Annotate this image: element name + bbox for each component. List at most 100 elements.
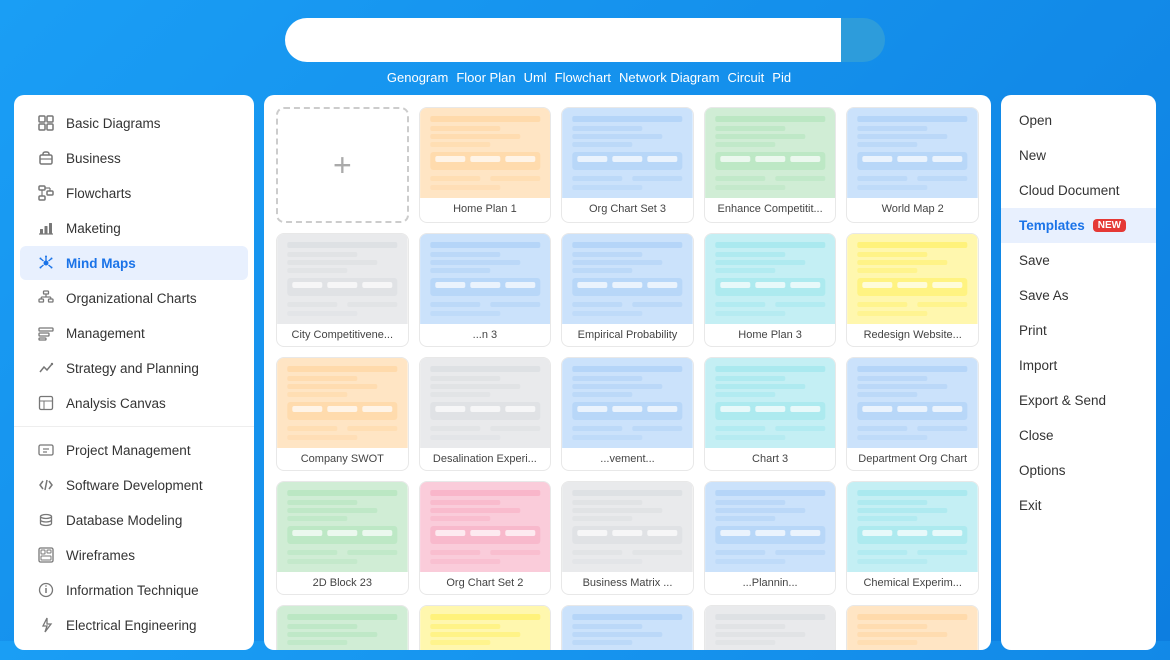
sidebar-item-management[interactable]: Management	[20, 316, 248, 350]
template-card[interactable]: Desalination Experi...	[419, 357, 552, 471]
template-card[interactable]: ...vement...	[561, 357, 694, 471]
plus-icon: +	[333, 149, 352, 181]
template-label: Business Matrix ...	[562, 572, 693, 594]
template-card[interactable]: World Map 2	[846, 107, 979, 223]
trending-item-genogram[interactable]: Genogram	[387, 70, 448, 85]
right-panel-item-save[interactable]: Save	[1001, 243, 1156, 278]
template-card[interactable]: Business Matrix ...	[561, 481, 694, 595]
template-label: ...n 3	[420, 324, 551, 346]
right-panel-item-new[interactable]: New	[1001, 138, 1156, 173]
template-card[interactable]	[846, 605, 979, 650]
strategy-icon	[36, 358, 56, 378]
template-card[interactable]: Company SWOT	[276, 357, 409, 471]
new-badge: NEW	[1093, 219, 1126, 232]
sidebar-item-database[interactable]: Database Modeling	[20, 503, 248, 537]
template-card[interactable]: Enhance Competitit...	[704, 107, 837, 223]
search-button[interactable]	[841, 18, 885, 62]
top-bar: Genogram Floor Plan Uml Flowchart Network Di…	[0, 0, 1170, 95]
sidebar-label-flowcharts: Flowcharts	[66, 186, 131, 201]
template-card[interactable]: Empirical Probability	[561, 233, 694, 347]
template-thumbnail	[847, 606, 978, 650]
sidebar-item-flowcharts[interactable]: Flowcharts	[20, 176, 248, 210]
sidebar-item-maketing[interactable]: Maketing	[20, 211, 248, 245]
trending-item-circuit[interactable]: Circuit	[727, 70, 764, 85]
template-label: Redesign Website...	[847, 324, 978, 346]
templates-grid: + Home Plan 1	[276, 107, 979, 650]
template-thumbnail	[562, 606, 693, 650]
template-label: 2D Block 23	[277, 572, 408, 594]
template-thumbnail	[420, 482, 551, 572]
template-card[interactable]: Org Chart Set 3	[561, 107, 694, 223]
sidebar-item-mind-maps[interactable]: Mind Maps	[20, 246, 248, 280]
right-panel-item-close[interactable]: Close	[1001, 418, 1156, 453]
sidebar-item-org-charts[interactable]: Organizational Charts	[20, 281, 248, 315]
sidebar-item-basic-diagrams[interactable]: Basic Diagrams	[20, 106, 248, 140]
right-panel-item-cloud-document[interactable]: Cloud Document	[1001, 173, 1156, 208]
sidebar-item-project-mgmt[interactable]: Project Management	[20, 433, 248, 467]
right-panel-label: Cloud Document	[1019, 183, 1120, 198]
right-panel-item-exit[interactable]: Exit	[1001, 488, 1156, 523]
template-label: Company SWOT	[277, 448, 408, 470]
template-label: Org Chart Set 2	[420, 572, 551, 594]
template-card[interactable]: Home Plan 1	[419, 107, 552, 223]
template-card[interactable]: Life Plan	[704, 605, 837, 650]
template-label: Org Chart Set 3	[562, 198, 693, 220]
template-card[interactable]: 2D Block 23	[276, 481, 409, 595]
sidebar-item-business[interactable]: Business	[20, 141, 248, 175]
right-panel-item-templates[interactable]: TemplatesNEW	[1001, 208, 1156, 243]
template-thumbnail	[562, 358, 693, 448]
trending-item-network-diagram[interactable]: Network Diagram	[619, 70, 719, 85]
right-panel-item-import[interactable]: Import	[1001, 348, 1156, 383]
content-area: + Home Plan 1	[264, 95, 991, 650]
template-thumbnail	[705, 482, 836, 572]
sidebar-item-industrial[interactable]: Industrial Engineering	[20, 643, 248, 650]
template-card[interactable]: City Competitivene...	[276, 233, 409, 347]
sidebar-label-software-dev: Software Development	[66, 478, 203, 493]
bar-icon	[36, 218, 56, 238]
sidebar-item-wireframes[interactable]: Wireframes	[20, 538, 248, 572]
sw-icon	[36, 475, 56, 495]
add-new-card[interactable]: +	[276, 107, 409, 223]
template-card[interactable]: Home Plan 3	[704, 233, 837, 347]
db-icon	[36, 510, 56, 530]
sidebar-top-section: Basic Diagrams Business Flowcharts Maket…	[14, 106, 254, 420]
template-card[interactable]: Department Org Chart	[846, 357, 979, 471]
right-panel-item-save-as[interactable]: Save As	[1001, 278, 1156, 313]
sidebar-item-info-tech[interactable]: Information Technique	[20, 573, 248, 607]
trending-item-flowchart[interactable]: Flowchart	[555, 70, 611, 85]
trending-item-floor-plan[interactable]: Floor Plan	[456, 70, 515, 85]
template-card[interactable]: ...n 3	[419, 233, 552, 347]
sidebar-item-software-dev[interactable]: Software Development	[20, 468, 248, 502]
proj-icon	[36, 440, 56, 460]
sidebar-item-analysis[interactable]: Analysis Canvas	[20, 386, 248, 420]
search-input[interactable]	[285, 18, 841, 62]
sidebar-label-basic-diagrams: Basic Diagrams	[66, 116, 161, 131]
right-panel-item-open[interactable]: Open	[1001, 103, 1156, 138]
template-label: Home Plan 1	[420, 198, 551, 220]
sidebar-item-electrical[interactable]: Electrical Engineering	[20, 608, 248, 642]
template-card[interactable]: ...Plannin...	[704, 481, 837, 595]
right-panel-item-options[interactable]: Options	[1001, 453, 1156, 488]
sidebar-label-strategy: Strategy and Planning	[66, 361, 199, 376]
template-card[interactable]: Redesign Website...	[846, 233, 979, 347]
template-card[interactable]: Flowchart Sample	[561, 605, 694, 650]
trending-item-uml[interactable]: Uml	[524, 70, 547, 85]
right-panel-label: Import	[1019, 358, 1057, 373]
sidebar-label-org-charts: Organizational Charts	[66, 291, 197, 306]
trending-item-pid[interactable]: Pid	[772, 70, 791, 85]
template-label: ...Plannin...	[705, 572, 836, 594]
template-thumbnail	[562, 234, 693, 324]
template-card[interactable]: Org Chart Set 2	[419, 481, 552, 595]
info-icon	[36, 580, 56, 600]
template-card[interactable]: English Part Of Sp...	[419, 605, 552, 650]
right-panel-item-export-&-send[interactable]: Export & Send	[1001, 383, 1156, 418]
template-thumbnail	[420, 358, 551, 448]
template-card[interactable]: Chemical Experim...	[846, 481, 979, 595]
template-card[interactable]: Chart 3	[704, 357, 837, 471]
right-panel-item-print[interactable]: Print	[1001, 313, 1156, 348]
template-thumbnail	[705, 108, 836, 198]
template-thumbnail	[847, 108, 978, 198]
template-thumbnail	[705, 234, 836, 324]
template-card[interactable]: Column Chart an...	[276, 605, 409, 650]
sidebar-item-strategy[interactable]: Strategy and Planning	[20, 351, 248, 385]
